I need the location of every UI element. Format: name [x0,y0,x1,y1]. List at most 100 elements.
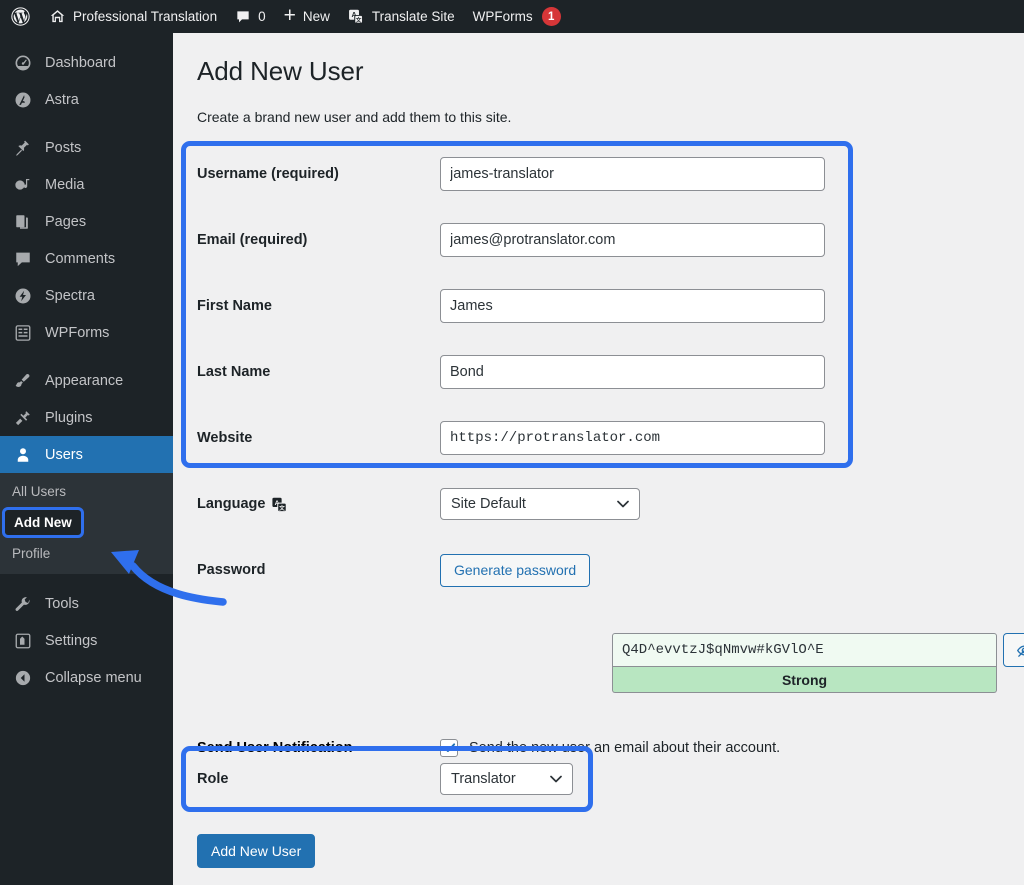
eye-slash-icon [1016,642,1024,659]
wordpress-icon [10,6,31,27]
astra-icon [12,91,33,109]
submenu-item-add-new[interactable]: Add New [2,507,84,538]
add-new-user-submit-button[interactable]: Add New User [197,834,316,868]
send-notification-text: Send the new user an email about their a… [469,740,781,756]
sidebar-item-users[interactable]: Users [0,436,173,473]
sidebar-item-spectra[interactable]: Spectra [0,277,173,314]
wrench-icon [12,595,33,613]
language-label-text: Language [197,496,266,512]
paintbrush-icon [12,372,33,390]
users-submenu: All Users Add New Profile [0,473,173,574]
wpforms-notification-badge: 1 [541,7,561,26]
wpforms-icon [12,324,33,342]
admin-sidebar: Dashboard Astra Posts Media Pages Commen… [0,33,173,885]
translate-icon: A 文 [271,496,288,513]
form-row-send-notification: Send User Notification Send the new user… [197,733,977,763]
site-name-button[interactable]: Professional Translation [40,0,226,33]
send-notification-label: Send User Notification [197,740,353,756]
website-input[interactable] [440,421,825,455]
translate-site-label: Translate Site [371,9,455,24]
dashboard-icon [12,54,33,72]
site-name-label: Professional Translation [73,9,218,24]
media-icon [12,176,33,194]
comments-count: 0 [258,9,266,24]
sidebar-item-label: Posts [45,139,82,156]
sidebar-item-pages[interactable]: Pages [0,203,173,240]
plug-icon [12,409,33,427]
generate-password-button[interactable]: Generate password [440,553,591,587]
first-name-label: First Name [197,298,272,314]
translate-site-button[interactable]: A 文 Translate Site [339,0,464,33]
form-row-last-name: Last Name [197,355,897,389]
home-icon [49,8,66,25]
send-notification-checkbox[interactable] [440,739,458,757]
sidebar-item-tools[interactable]: Tools [0,585,173,622]
hide-password-button[interactable]: Hide [1003,633,1024,667]
new-label: New [302,9,330,24]
form-row-role: Role Translator [197,762,897,796]
sidebar-item-collapse-menu[interactable]: Collapse menu [0,659,173,696]
website-label: Website [197,430,253,446]
sidebar-item-label: Plugins [45,409,93,426]
sidebar-item-media[interactable]: Media [0,166,173,203]
sidebar-item-label: Collapse menu [45,669,142,686]
plus-icon: + [283,4,296,27]
new-content-button[interactable]: + New [275,0,339,33]
admin-bar: Professional Translation 0 + New A 文 Tra… [0,0,1024,33]
sidebar-item-label: Media [45,176,85,193]
sidebar-item-plugins[interactable]: Plugins [0,399,173,436]
spectra-icon [12,287,33,305]
wpforms-adminbar-button[interactable]: WPForms 1 [464,0,570,33]
language-label: Language A 文 [197,496,440,513]
sidebar-item-dashboard[interactable]: Dashboard [0,44,173,81]
sidebar-item-label: Comments [45,250,116,267]
sidebar-item-label: Appearance [45,372,124,389]
sidebar-item-comments[interactable]: Comments [0,240,173,277]
sidebar-item-wpforms[interactable]: WPForms [0,314,173,351]
comment-bubble-icon [235,9,251,25]
user-icon [12,446,33,464]
main-content: Add New User Create a brand new user and… [173,33,1024,885]
sidebar-spacer-top [0,33,173,44]
sidebar-item-posts[interactable]: Posts [0,129,173,166]
sidebar-item-label: Dashboard [45,54,116,71]
role-label: Role [197,771,229,787]
submenu-item-all-users[interactable]: All Users [0,477,173,506]
pin-icon [12,139,33,157]
sidebar-item-label: WPForms [45,324,110,341]
role-select[interactable]: Translator [440,763,573,795]
language-select-wrap: Site Default [440,488,640,520]
password-input[interactable] [612,633,997,667]
wpforms-adminbar-label: WPForms [472,9,533,24]
language-select[interactable]: Site Default [440,488,640,520]
sidebar-item-appearance[interactable]: Appearance [0,362,173,399]
last-name-label: Last Name [197,364,271,380]
sidebar-item-label: Spectra [45,287,95,304]
collapse-arrow-icon [12,669,33,687]
email-label: Email (required) [197,232,308,248]
settings-icon [12,632,33,650]
sidebar-item-label: Tools [45,595,79,612]
password-strength-indicator: Strong [612,667,997,693]
first-name-input[interactable] [440,289,825,323]
form-row-username: Username (required) [197,157,897,191]
password-label: Password [197,562,266,578]
form-row-first-name: First Name [197,289,897,323]
last-name-input[interactable] [440,355,825,389]
translate-site-icon: A 文 [348,8,365,25]
wordpress-logo-button[interactable] [0,0,40,33]
sidebar-item-settings[interactable]: Settings [0,622,173,659]
comments-button[interactable]: 0 [226,0,275,33]
username-input[interactable] [440,157,825,191]
sidebar-item-label: Astra [45,91,79,108]
submenu-item-profile[interactable]: Profile [0,539,173,568]
email-input[interactable] [440,223,825,257]
comment-bubble-icon [12,250,33,268]
username-label: Username (required) [197,166,339,182]
sidebar-item-label: Pages [45,213,87,230]
page-title: Add New User [197,56,364,86]
sidebar-item-astra[interactable]: Astra [0,81,173,118]
